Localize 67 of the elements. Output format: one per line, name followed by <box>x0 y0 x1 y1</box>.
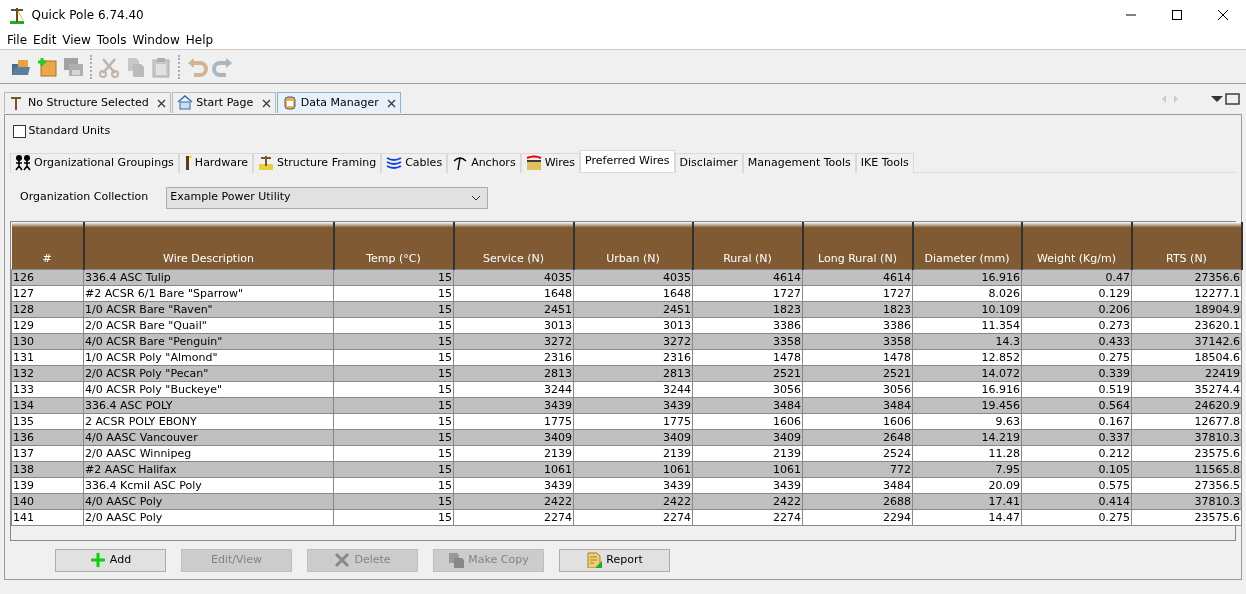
data-tab[interactable]: Structure Framing <box>252 152 382 173</box>
house-icon <box>177 95 194 111</box>
database-icon <box>281 95 298 111</box>
checkbox[interactable] <box>12 124 26 138</box>
new-file-icon[interactable] <box>36 55 58 78</box>
data-tab[interactable]: IKE Tools <box>855 152 914 173</box>
table-cell: 16.916 <box>912 269 1022 286</box>
column-header[interactable]: Rural (N) <box>692 221 803 270</box>
pick-icon <box>452 155 469 171</box>
maximize-icon[interactable] <box>1224 92 1242 106</box>
people-icon <box>15 155 31 171</box>
menu-item[interactable]: Edit <box>30 30 60 49</box>
close-icon[interactable] <box>261 98 271 108</box>
table-cell: 4035 <box>453 269 574 286</box>
plus-icon <box>89 552 106 568</box>
chevron-down-icon <box>471 194 482 201</box>
table-cell: 15 <box>333 269 454 286</box>
data-tab[interactable]: Organizational Groupings <box>10 152 179 173</box>
action-button[interactable]: Report <box>559 548 670 572</box>
x-icon <box>334 552 351 568</box>
data-tab[interactable]: Anchors <box>447 152 521 173</box>
menu-item[interactable]: File <box>4 30 31 49</box>
table-cell: 126 <box>11 269 84 286</box>
data-tab[interactable]: Hardware <box>178 152 253 173</box>
maximize-button[interactable] <box>1171 10 1183 20</box>
column-header[interactable]: Wire Description <box>83 221 334 270</box>
column-header[interactable]: # <box>11 221 84 270</box>
menu-item[interactable]: View <box>59 30 94 49</box>
action-button[interactable]: Add <box>55 548 166 572</box>
document-tab[interactable]: No Structure Selected <box>4 92 172 113</box>
menu-item[interactable]: Window <box>129 30 183 49</box>
close-icon[interactable] <box>157 98 167 108</box>
wires-icon <box>525 155 542 171</box>
data-tab[interactable]: Management Tools <box>742 152 856 173</box>
column-header[interactable]: Weight (Kg/m) <box>1021 221 1132 270</box>
column-header[interactable]: Service (N) <box>453 221 574 270</box>
copy-icon <box>448 552 465 568</box>
table-cell: 27356.6 <box>1131 269 1242 286</box>
column-header[interactable]: Urban (N) <box>573 221 693 270</box>
close-icon[interactable] <box>387 98 397 108</box>
document-tab[interactable]: Start Page <box>172 92 276 113</box>
column-header[interactable]: RTS (N) <box>1131 221 1242 270</box>
table-cell: 336.4 ASC Tulip <box>83 269 334 286</box>
column-header[interactable]: Long Rural (N) <box>802 221 913 270</box>
window-title: Quick Pole 6.74.40 <box>31 7 145 24</box>
close-button[interactable] <box>1217 10 1229 20</box>
menu-item[interactable]: Tools <box>93 30 130 49</box>
checkbox-label: Standard Units <box>28 123 111 139</box>
app-logo-icon <box>8 6 26 24</box>
table-cell: 4035 <box>573 269 693 286</box>
data-tab[interactable]: Disclaimer <box>674 152 743 173</box>
table-cell: 4614 <box>692 269 803 286</box>
document-tab[interactable]: Data Manager <box>276 92 402 113</box>
field-label: Organization Collection <box>20 189 149 206</box>
table-cell: 0.47 <box>1021 269 1132 286</box>
organization-select[interactable]: Example Power Utility <box>166 186 489 209</box>
table-cell: 4614 <box>802 269 913 286</box>
data-tab[interactable]: Wires <box>520 152 581 173</box>
cables-icon <box>386 155 403 171</box>
menu-item[interactable]: Help <box>182 30 217 49</box>
post-icon <box>183 155 192 171</box>
data-tab[interactable]: Preferred Wires <box>580 149 675 172</box>
pole-folder-icon <box>257 155 274 171</box>
column-header[interactable]: Diameter (mm) <box>912 221 1022 270</box>
column-header[interactable]: Temp (°C) <box>333 221 454 270</box>
document-chart-icon <box>586 552 603 568</box>
data-tab[interactable]: Cables <box>381 152 448 173</box>
